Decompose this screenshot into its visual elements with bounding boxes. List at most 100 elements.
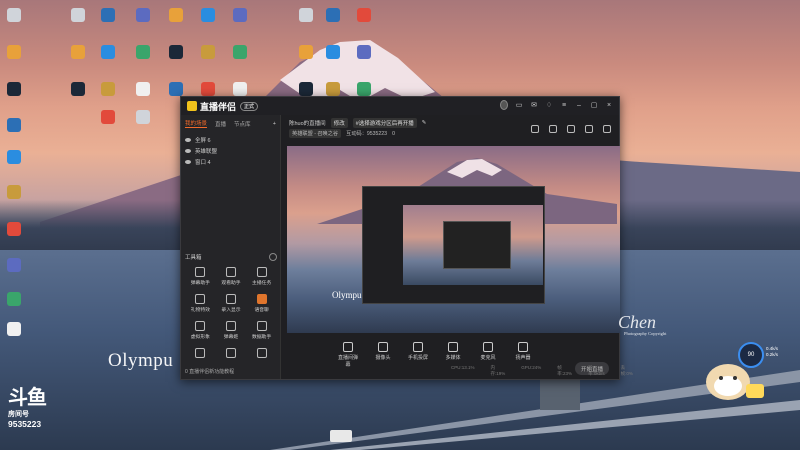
- gift-icon[interactable]: [531, 125, 539, 133]
- pencil-icon[interactable]: ✎: [422, 120, 427, 126]
- mail-icon[interactable]: ✉: [530, 101, 538, 109]
- toolbox-item[interactable]: [185, 348, 216, 360]
- app-icon: [7, 82, 21, 96]
- app-icon: [357, 82, 371, 96]
- toolbox-item[interactable]: 观看助手: [216, 267, 247, 286]
- title-bar[interactable]: 直播伴侣 正式 ▭ ✉ ♢ ≡ – ▢ ×: [181, 97, 619, 115]
- app-icon: [357, 45, 371, 59]
- tool-icon: [225, 348, 236, 358]
- scene-name: 全屏 6: [195, 137, 211, 144]
- desktop-shortcut-icon[interactable]: [0, 150, 36, 165]
- eye-icon[interactable]: [185, 159, 191, 164]
- app-icon: [201, 8, 215, 22]
- desktop-shortcut-icon[interactable]: [0, 118, 36, 133]
- preview-caption: Olympu: [332, 290, 362, 300]
- desktop-shortcut-icon[interactable]: [121, 110, 165, 125]
- toolbox-grid: 弹幕助手 观看助手 主播任务礼物特效 录入显示 语音聊虚拟形象 弹幕姬 数据助手: [185, 267, 277, 360]
- app-icon: [101, 8, 115, 22]
- app-icon: [7, 185, 21, 199]
- nested-wallpaper: [403, 205, 543, 285]
- toolbox-item[interactable]: 主播任务: [246, 267, 277, 286]
- toolbox-item[interactable]: 语音聊: [246, 294, 277, 313]
- toolbox-item[interactable]: [246, 348, 277, 360]
- desktop-shortcut-icon[interactable]: [0, 8, 36, 23]
- bottom-button[interactable]: 多媒体: [441, 342, 465, 361]
- desktop-shortcut-icon[interactable]: [0, 222, 36, 237]
- tab-live[interactable]: 直播: [215, 120, 226, 128]
- toolbox-item[interactable]: [216, 348, 247, 360]
- bottom-button[interactable]: 摄像头: [371, 342, 395, 361]
- bottom-button-label: 摄像头: [375, 355, 391, 361]
- toolbox-item[interactable]: 虚拟形象: [185, 321, 216, 340]
- scene-list: 全屏 6 英雄联盟 窗口 4: [181, 132, 280, 169]
- collapse-icon[interactable]: [269, 253, 277, 261]
- bell-icon[interactable]: [585, 125, 593, 133]
- game-category[interactable]: 英雄联盟 - 召唤之谷: [289, 129, 342, 138]
- bottom-button[interactable]: 扬声器: [511, 342, 535, 361]
- eye-icon[interactable]: [185, 148, 191, 153]
- list-item[interactable]: 英雄联盟: [185, 145, 276, 156]
- desktop-shortcut-icon[interactable]: [342, 8, 386, 23]
- speed-gauge: 90: [738, 342, 764, 368]
- bottom-button[interactable]: 麦克风: [476, 342, 500, 361]
- app-icon: [101, 45, 115, 59]
- avatar[interactable]: [500, 100, 508, 110]
- list-item[interactable]: 窗口 4: [185, 156, 276, 167]
- app-icon: [169, 82, 183, 96]
- desktop-shortcut-icon[interactable]: [218, 45, 262, 60]
- tool-icon: [195, 321, 206, 331]
- crown-icon[interactable]: [567, 125, 575, 133]
- close-icon[interactable]: ×: [605, 102, 613, 109]
- tab-my-scenes[interactable]: 我的场景: [185, 119, 208, 128]
- stream-preview[interactable]: Olympu: [287, 146, 620, 333]
- bag-icon[interactable]: [549, 125, 557, 133]
- desktop-shortcut-icon[interactable]: [0, 292, 36, 307]
- toolbox-item[interactable]: 录入显示: [216, 294, 247, 313]
- bottom-button[interactable]: 手机投屏: [406, 342, 430, 361]
- desktop-shortcut-icon[interactable]: [342, 82, 386, 97]
- tab-node-library[interactable]: 节点库: [234, 120, 251, 128]
- photographer-signature: Chen Photography Copyright: [618, 312, 666, 336]
- status-bar: CPU:13.1% 内存:19% GPU:24% 帧率:23% 码率:0kb/s 丢帧:0…: [281, 365, 633, 377]
- desktop-shortcut-icon[interactable]: [218, 82, 262, 97]
- tool-label: 观看助手: [221, 281, 241, 286]
- desktop-shortcut-icon[interactable]: [0, 258, 36, 273]
- desktop-shortcut-icon[interactable]: [218, 8, 262, 23]
- toolbox-item[interactable]: 礼物特效: [185, 294, 216, 313]
- version-badge[interactable]: 正式: [240, 101, 259, 111]
- shirt-icon[interactable]: ♢: [545, 101, 553, 109]
- add-icon[interactable]: +: [273, 121, 276, 127]
- toolbox-item[interactable]: 弹幕姬: [216, 321, 247, 340]
- tutorial-notice[interactable]: 0 直播伴侣新功能教程: [185, 368, 234, 375]
- maximize-icon[interactable]: ▢: [590, 101, 598, 109]
- app-icon: [7, 8, 21, 22]
- bottom-button-label: 手机投屏: [407, 355, 428, 361]
- menu-icon[interactable]: ≡: [560, 102, 568, 109]
- desktop-shortcut-icon[interactable]: [342, 45, 386, 60]
- desktop-shortcut-icon[interactable]: [0, 322, 36, 337]
- tool-icon: [195, 294, 206, 304]
- minimize-icon[interactable]: –: [575, 102, 583, 109]
- tool-icon: [225, 294, 236, 304]
- status-item: 内存:19%: [490, 365, 506, 376]
- interaction-code: 互动码：9535223: [346, 131, 388, 137]
- scene-name: 窗口 4: [195, 159, 211, 166]
- message-icon[interactable]: ▭: [515, 101, 523, 109]
- list-item[interactable]: 全屏 6: [185, 134, 276, 145]
- nested-window-preview-2: [443, 221, 511, 269]
- category-selector[interactable]: #选择游戏分区后再开播: [352, 118, 417, 128]
- eye-icon[interactable]: [185, 137, 191, 142]
- edit-button[interactable]: 修改: [330, 118, 348, 128]
- desktop-shortcut-icon[interactable]: [0, 185, 36, 200]
- app-icon: [101, 110, 115, 124]
- toolbox-item[interactable]: 数据助手: [246, 321, 277, 340]
- bottom-button-icon: [343, 342, 353, 352]
- toolbox-item[interactable]: 弹幕助手: [185, 267, 216, 286]
- status-item: 码率:0kb/s: [588, 365, 605, 376]
- app-icon: [357, 8, 371, 22]
- desktop-shortcut-icon[interactable]: [0, 45, 36, 60]
- share-icon[interactable]: [603, 125, 611, 133]
- status-item: 帧率:23%: [557, 365, 573, 376]
- app-logo: 直播伴侣 正式: [187, 100, 259, 113]
- desktop-shortcut-icon[interactable]: [0, 82, 36, 97]
